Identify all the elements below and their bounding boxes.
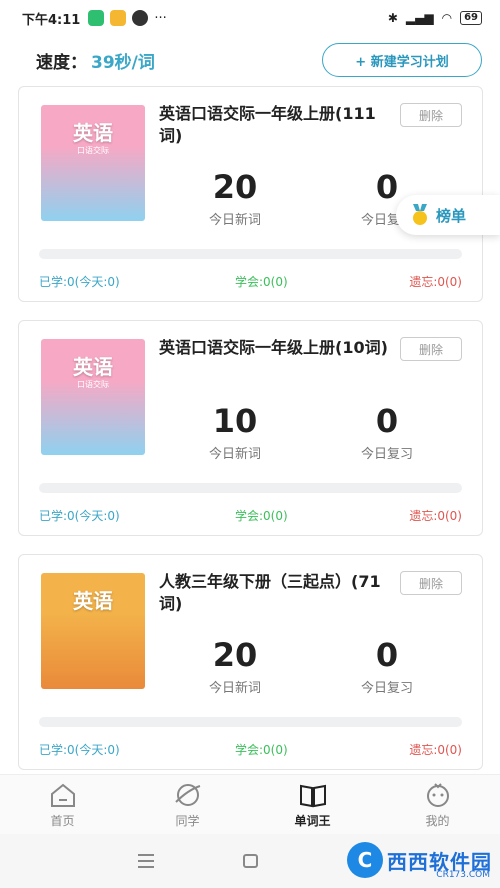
new-words-stat: 20 今日新词: [175, 635, 295, 696]
tab-word-king[interactable]: 单词王: [250, 775, 375, 834]
review-stat: 0 今日复习: [327, 401, 447, 462]
planet-icon: [174, 784, 200, 806]
book-card[interactable]: 英语 口语交际 英语口语交际一年级上册(10词) 删除 10 今日新词 0 今日…: [18, 320, 483, 536]
notification-message-icon: [110, 10, 127, 26]
new-words-count: 20: [212, 636, 258, 674]
book-title[interactable]: 英语口语交际一年级上册(111词): [159, 103, 399, 147]
battery-icon: 69: [460, 11, 482, 25]
book-card[interactable]: 英语 口语交际 英语口语交际一年级上册(111词) 删除 20 今日新词 0 今…: [18, 86, 483, 302]
progress-bar: [39, 249, 462, 259]
mastered-count: 学会:0(0): [235, 743, 288, 757]
home-icon: [50, 783, 75, 807]
watermark-sub: CR173.COM: [436, 870, 490, 880]
review-count: 0: [375, 402, 399, 440]
review-label: 今日复习: [360, 447, 413, 462]
cover-subtitle: 口语交际: [77, 380, 109, 389]
penguin-icon: [132, 10, 149, 26]
speed-value[interactable]: 39秒/词: [91, 48, 155, 73]
new-words-count: 10: [212, 402, 258, 440]
more-dots: ···: [154, 10, 167, 26]
watermark-logo: C: [347, 842, 383, 878]
tab-home-label: 首页: [50, 814, 75, 828]
speed-label: 速度：: [36, 52, 87, 73]
learned-count: 已学:0(今天:0): [39, 743, 120, 757]
status-bar: 下午4:11 ··· ✱ ▂▄▆ ◠ 69: [0, 0, 500, 36]
review-label: 今日复习: [360, 681, 413, 696]
book-icon: [299, 784, 326, 808]
cover-title: 英语: [73, 121, 113, 145]
mastered-count: 学会:0(0): [235, 509, 288, 523]
progress-bar: [39, 483, 462, 493]
new-words-label: 今日新词: [208, 213, 261, 228]
new-words-label: 今日新词: [208, 681, 261, 696]
new-words-stat: 10 今日新词: [175, 401, 295, 462]
menu-icon[interactable]: [138, 854, 154, 872]
medal-icon: [413, 204, 427, 225]
tab-mine-label: 我的: [425, 814, 450, 828]
notification-app-icon: [88, 10, 105, 26]
wifi-icon: ◠: [441, 11, 453, 25]
book-card[interactable]: 英语 人教三年级下册（三起点）(71词) 删除 20 今日新词 0 今日复习 已…: [18, 554, 483, 770]
home-button-icon[interactable]: [243, 854, 258, 868]
signal-icon: ▂▄▆: [405, 11, 434, 25]
book-cover[interactable]: 英语 口语交际: [41, 339, 145, 455]
cover-title: 英语: [73, 355, 113, 379]
new-words-label: 今日新词: [208, 447, 261, 462]
learned-count: 已学:0(今天:0): [39, 509, 120, 523]
new-plan-button[interactable]: + 新建学习计划: [322, 43, 482, 77]
forgotten-count: 遗忘:0(0): [409, 743, 462, 757]
tab-home[interactable]: 首页: [0, 775, 125, 834]
bluetooth-icon: ✱: [387, 11, 398, 25]
tab-classmates[interactable]: 同学: [125, 775, 250, 834]
new-words-stat: 20 今日新词: [175, 167, 295, 228]
cover-title: 英语: [73, 589, 113, 613]
learned-count: 已学:0(今天:0): [39, 275, 120, 289]
book-cover[interactable]: 英语 口语交际: [41, 105, 145, 221]
book-cover[interactable]: 英语: [41, 573, 145, 689]
delete-button[interactable]: 删除: [400, 571, 462, 595]
tab-mine[interactable]: 我的: [375, 775, 500, 834]
book-title[interactable]: 英语口语交际一年级上册(10词): [159, 337, 399, 359]
book-title[interactable]: 人教三年级下册（三起点）(71词): [159, 571, 399, 615]
rank-tab[interactable]: 榜单: [396, 195, 500, 235]
mastered-count: 学会:0(0): [235, 275, 288, 289]
review-count: 0: [375, 636, 399, 674]
bottom-tab-bar: 首页 同学 单词王 我的: [0, 774, 500, 834]
forgotten-count: 遗忘:0(0): [409, 275, 462, 289]
rank-label: 榜单: [436, 206, 467, 225]
delete-button[interactable]: 删除: [400, 103, 462, 127]
speed-header: 速度： 39秒/词 + 新建学习计划: [0, 40, 500, 80]
review-stat: 0 今日复习: [327, 635, 447, 696]
delete-button[interactable]: 删除: [400, 337, 462, 361]
new-words-count: 20: [212, 168, 258, 206]
face-icon: [426, 783, 449, 807]
system-nav-bar: C 西西软件园 CR173.COM: [0, 834, 500, 888]
tab-word-king-label: 单词王: [294, 814, 331, 828]
tab-classmates-label: 同学: [175, 814, 200, 828]
forgotten-count: 遗忘:0(0): [409, 509, 462, 523]
progress-bar: [39, 717, 462, 727]
cover-subtitle: 口语交际: [77, 146, 109, 155]
status-time: 下午4:11: [22, 12, 81, 28]
